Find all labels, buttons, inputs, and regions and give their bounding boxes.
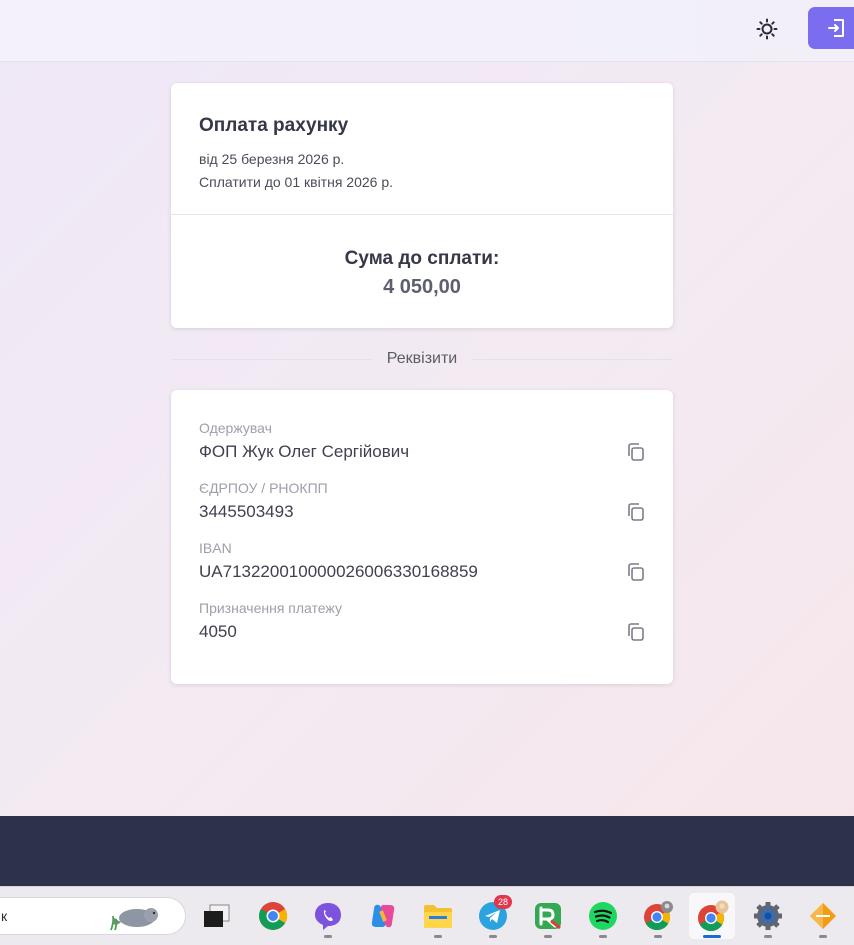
logout-icon xyxy=(828,19,844,37)
copilot-icon xyxy=(371,904,395,928)
logout-button[interactable] xyxy=(808,7,854,49)
top-bar xyxy=(0,0,854,62)
app-orange-icon xyxy=(810,903,836,929)
iban-row: IBAN UA713220010000026006330168859 xyxy=(171,538,673,598)
orange-app-button[interactable] xyxy=(806,899,840,933)
iban-label: IBAN xyxy=(199,540,232,556)
file-explorer-button[interactable] xyxy=(421,899,455,933)
viber-icon xyxy=(315,903,341,930)
invoice-sum-section: Сума до сплати: 4 050,00 xyxy=(171,215,673,299)
copy-payment-purpose-button[interactable] xyxy=(624,620,648,644)
chrome-profile-button[interactable] xyxy=(641,899,675,933)
settings-running-indicator xyxy=(764,935,772,938)
invoice-due-date: Сплатити до 01 квітня 2026 р. xyxy=(199,174,393,190)
invoice-header: Оплата рахунку від 25 березня 2026 р. Сп… xyxy=(171,83,673,215)
orange-app-running-indicator xyxy=(819,935,827,938)
explorer-running-indicator xyxy=(434,935,442,938)
payment-purpose-row: Призначення платежу 4050 xyxy=(171,598,673,658)
folder-icon xyxy=(424,905,452,928)
viber-button[interactable] xyxy=(311,899,345,933)
task-view-button[interactable] xyxy=(199,899,233,933)
copy-recipient-button[interactable] xyxy=(624,440,648,464)
invoice-date: від 25 березня 2026 р. xyxy=(199,151,345,167)
copy-icon xyxy=(628,503,644,521)
chrome-profile-icon xyxy=(644,901,673,931)
tax-id-label: ЄДРПОУ / РНОКПП xyxy=(199,480,328,496)
sun-icon xyxy=(756,18,778,40)
payment-purpose-label: Призначення платежу xyxy=(199,600,342,616)
requisites-card: Одержувач ФОП Жук Олег Сергійович ЄДРПОУ… xyxy=(171,390,673,684)
spotify-icon xyxy=(589,902,617,930)
settings-icon xyxy=(754,902,782,930)
copy-tax-id-button[interactable] xyxy=(624,500,648,524)
taskbar-search-text: к xyxy=(1,908,8,924)
tax-id-row: ЄДРПОУ / РНОКПП 3445503493 xyxy=(171,478,673,538)
app-running-indicator xyxy=(544,935,552,938)
telegram-running-indicator xyxy=(489,935,497,938)
requisites-title: Реквізити xyxy=(386,350,458,367)
chrome-profile-running-indicator xyxy=(654,935,662,938)
payment-purpose-value: 4050 xyxy=(199,622,237,641)
taskbar-search[interactable]: к xyxy=(0,897,186,935)
app-button[interactable] xyxy=(531,899,565,933)
invoice-title: Оплата рахунку xyxy=(199,115,349,136)
spotify-running-indicator xyxy=(599,935,607,938)
divider-line-left xyxy=(171,358,373,360)
settings-button[interactable] xyxy=(751,899,785,933)
tax-id-value: 3445503493 xyxy=(199,502,294,521)
page-footer xyxy=(0,816,854,886)
task-view-icon xyxy=(204,904,230,927)
viber-running-indicator xyxy=(324,935,332,938)
manatee-icon xyxy=(110,908,158,931)
spotify-button[interactable] xyxy=(586,899,620,933)
chrome-active-icon xyxy=(698,900,729,932)
copy-iban-button[interactable] xyxy=(624,560,648,584)
copilot-button[interactable] xyxy=(366,899,400,933)
invoice-card: Оплата рахунку від 25 березня 2026 р. Сп… xyxy=(171,83,673,328)
copy-icon xyxy=(628,443,644,461)
chrome-icon xyxy=(259,902,287,930)
taskbar: к 28 xyxy=(0,886,854,945)
divider-line-right xyxy=(471,358,673,360)
app-icon xyxy=(535,903,561,930)
sum-value: 4 050,00 xyxy=(383,276,461,298)
telegram-button[interactable]: 28 xyxy=(476,895,512,933)
theme-toggle-button[interactable] xyxy=(750,12,784,46)
chrome-active-running-indicator xyxy=(703,935,721,938)
requisites-divider: Реквізити xyxy=(171,347,673,371)
chrome-button[interactable] xyxy=(256,899,290,933)
iban-value: UA713220010000026006330168859 xyxy=(199,562,478,581)
copy-icon xyxy=(628,623,644,641)
recipient-row: Одержувач ФОП Жук Олег Сергійович xyxy=(171,418,673,478)
copy-icon xyxy=(628,563,644,581)
recipient-value: ФОП Жук Олег Сергійович xyxy=(199,442,410,461)
chrome-active-button[interactable] xyxy=(689,893,735,939)
telegram-unread-badge: 28 xyxy=(494,895,512,909)
recipient-label: Одержувач xyxy=(199,420,272,436)
sum-label: Сума до сплати: xyxy=(344,248,500,269)
